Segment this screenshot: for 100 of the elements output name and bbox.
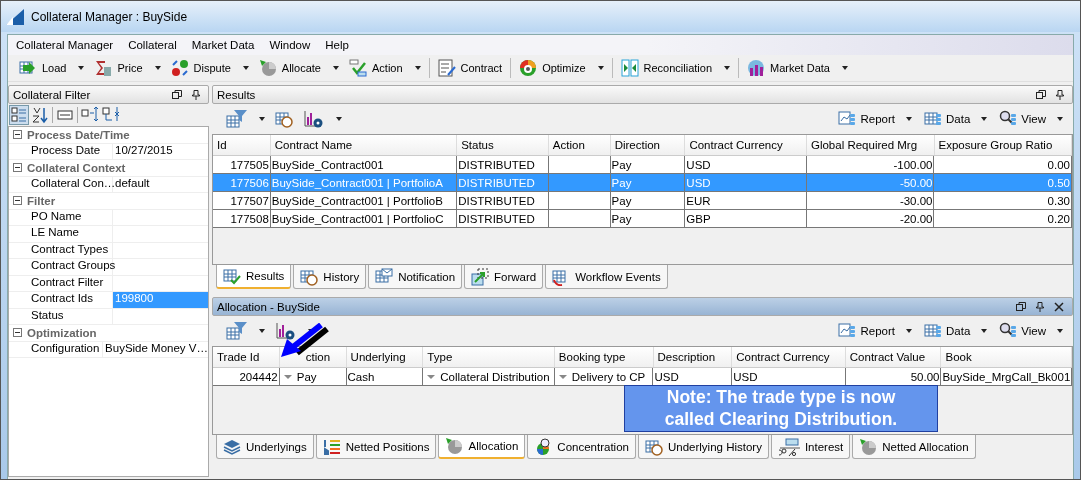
column-header[interactable]: ction	[305, 351, 331, 363]
panel-title: Collateral Filter	[13, 88, 92, 101]
column-header[interactable]: Contract Currency	[736, 351, 830, 363]
menu-item[interactable]: Collateral Manager	[16, 39, 114, 51]
column-header[interactable]: Book	[945, 351, 972, 363]
column-header[interactable]: Underlying	[350, 351, 406, 363]
tab[interactable]: History	[293, 265, 367, 289]
column-header[interactable]: Contract Currency	[685, 135, 807, 155]
table-cell: Pay	[611, 176, 632, 189]
table-cell: EUR	[686, 194, 711, 207]
toolbar-button[interactable]: Data	[920, 322, 992, 340]
table-cell: 0.20	[1047, 212, 1070, 225]
tab[interactable]: Allocation	[438, 435, 526, 459]
collapse-icon[interactable]	[102, 106, 120, 124]
collapse-icon[interactable]	[13, 328, 22, 338]
window-title: Collateral Manager : BuySide	[31, 9, 188, 24]
column-header[interactable]: Type	[427, 351, 453, 363]
categorized-icon[interactable]	[10, 106, 28, 124]
toolbar-button[interactable]: Price	[89, 56, 166, 80]
filter-icon[interactable]	[226, 321, 248, 341]
table-icon	[924, 110, 942, 128]
collapse-icon[interactable]	[13, 163, 22, 173]
table-clock-icon	[300, 267, 319, 286]
toolbar-button[interactable]: Action	[344, 56, 426, 80]
section-title: Filter	[27, 194, 56, 207]
menu-item[interactable]: Window	[269, 39, 311, 51]
restore-icon[interactable]	[1036, 90, 1046, 99]
expand-icon[interactable]	[81, 106, 99, 124]
close-icon[interactable]	[1054, 301, 1064, 312]
property-value[interactable]: default	[113, 176, 208, 192]
menu-item[interactable]: Help	[325, 39, 349, 51]
chart-settings-icon[interactable]	[275, 321, 297, 341]
tab[interactable]: Interest	[770, 435, 851, 459]
tab[interactable]: Workflow Events	[545, 265, 668, 289]
column-header[interactable]: Booking type	[558, 351, 626, 363]
table-cell: 50.00	[910, 370, 940, 383]
column-header[interactable]: Contract Value	[849, 351, 926, 363]
column-header[interactable]: Global Required Mrg	[806, 135, 935, 155]
chart-settings-icon[interactable]	[303, 109, 325, 129]
toolbar-button[interactable]: Reconciliation	[615, 56, 736, 80]
column-header[interactable]: Description	[657, 351, 716, 363]
pin-icon[interactable]	[1036, 301, 1044, 312]
tab[interactable]: Underlying History	[637, 435, 769, 459]
table-row[interactable]: 177507 BuySide_Contract001 | PortfolioB DISTRIBUTED Pay EUR -30.00 0.30	[213, 192, 1072, 210]
toolbar-button[interactable]: View	[995, 110, 1067, 128]
column-header[interactable]: Contract Name	[270, 135, 458, 155]
column-header[interactable]: Action	[548, 135, 611, 155]
toolbar-button[interactable]: Report	[834, 322, 916, 340]
dropdown-arrow-icon[interactable]	[558, 374, 567, 379]
table-cell: -100.00	[893, 158, 933, 171]
column-header[interactable]: Direction	[610, 135, 686, 155]
column-header[interactable]: Status	[457, 135, 549, 155]
tab[interactable]: Underlyings	[216, 435, 314, 459]
tab[interactable]: Netted Allocation	[852, 435, 976, 459]
sort-icon[interactable]	[31, 106, 49, 124]
dropdown-arrow-icon[interactable]	[427, 374, 436, 379]
tab[interactable]: Netted Positions	[315, 435, 437, 459]
sigma-icon	[94, 59, 113, 77]
pie-chart-icon	[445, 437, 464, 455]
pin-icon[interactable]	[1056, 89, 1064, 100]
toolbar-button[interactable]: Optimize	[514, 56, 609, 80]
property-value[interactable]: BuySide Money V…	[103, 341, 208, 357]
tab[interactable]: Results	[216, 265, 292, 289]
column-header[interactable]: Id	[213, 135, 271, 155]
column-header[interactable]: Exposure Group Ratio	[934, 135, 1072, 155]
table-cell: -50.00	[899, 176, 933, 189]
toolbar-button[interactable]: View	[995, 322, 1067, 340]
pin-icon[interactable]	[192, 89, 200, 100]
menu-item[interactable]: Collateral	[128, 39, 177, 51]
table-cell: USD	[733, 370, 758, 383]
toolbar-button[interactable]: Load	[14, 56, 90, 80]
property-label: PO Name	[9, 209, 113, 225]
table-cell: BuySide_Contract001	[271, 158, 384, 171]
toolbar-button[interactable]: Allocate	[253, 56, 344, 80]
toolbar-button[interactable]: Market Data	[742, 56, 853, 80]
column-header[interactable]: Trade Id	[217, 351, 260, 363]
filter-icon[interactable]	[226, 109, 248, 129]
toolbar-button[interactable]: Contract	[432, 56, 508, 80]
property-value[interactable]: 10/27/2015	[113, 143, 208, 159]
toolbar-button[interactable]: Dispute	[165, 56, 254, 80]
table-row[interactable]: 177508 BuySide_Contract001 | PortfolioC DISTRIBUTED Pay GBP -20.00 0.20	[213, 210, 1072, 228]
table-clock-icon[interactable]	[275, 110, 293, 128]
dropdown-arrow-icon[interactable]	[283, 374, 292, 379]
checkmark-icon	[349, 59, 367, 77]
menu-item[interactable]: Market Data	[191, 39, 255, 51]
restore-icon[interactable]	[1016, 302, 1026, 311]
collapse-icon[interactable]	[13, 196, 22, 206]
tab[interactable]: Concentration	[527, 435, 636, 459]
tab[interactable]: Notification	[368, 265, 463, 289]
table-cell: DISTRIBUTED	[458, 212, 535, 225]
tab[interactable]: Forward	[464, 265, 544, 289]
collapse-icon[interactable]	[13, 130, 22, 140]
toolbar-button[interactable]: Report	[834, 110, 916, 128]
restore-icon[interactable]	[172, 90, 182, 99]
toolbar-button[interactable]: Data	[920, 110, 992, 128]
property-label: LE Name	[9, 226, 113, 242]
table-cell: 0.30	[1047, 194, 1070, 207]
table-row[interactable]: 204442 Pay Cash Collateral Distribution Delivery to CP USD USD 50.00 BuySide_MrgCall_Bk001	[213, 368, 1072, 386]
table-cell: Collateral Distribution	[440, 370, 550, 383]
table-row[interactable]: 177505 BuySide_Contract001 DISTRIBUTED Pay USD -100.00 0.00	[213, 156, 1072, 174]
